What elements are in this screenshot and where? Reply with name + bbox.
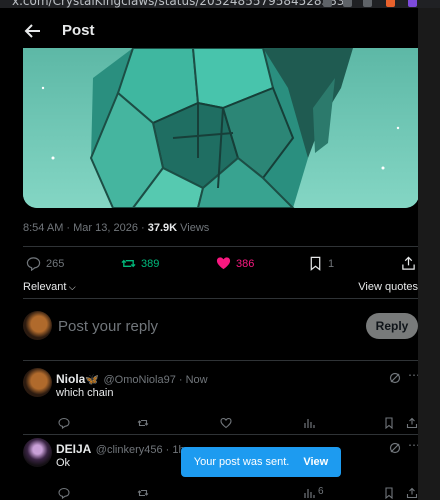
heart-icon[interactable]: [220, 416, 232, 429]
share-icon[interactable]: [406, 416, 418, 429]
share-action[interactable]: [401, 256, 416, 271]
reply-text: which chain: [56, 387, 114, 399]
more-options-icon[interactable]: ⋯: [408, 368, 418, 382]
bookmark-icon: [310, 256, 321, 271]
brave-rewards-icon[interactable]: [408, 0, 417, 7]
divider: [23, 298, 418, 299]
toast-message: Your post was sent.: [193, 456, 290, 468]
post-media-image[interactable]: [23, 48, 418, 208]
reply-input[interactable]: Post your reply: [58, 318, 158, 335]
chevron-down-icon: ⌵: [66, 282, 76, 292]
view-count: 6: [318, 486, 324, 497]
reply-text: Ok: [56, 457, 71, 469]
crystal-figure-art: [23, 48, 418, 208]
repost-icon: [121, 259, 136, 268]
brave-shield-icon[interactable]: [386, 0, 395, 7]
analytics-icon[interactable]: [303, 416, 315, 428]
post-action-bar: 265 389 386 1: [23, 256, 418, 276]
avatar[interactable]: [23, 311, 52, 340]
post-date[interactable]: 8:54 AM · Mar 13, 2026 ·: [23, 222, 148, 234]
avatar[interactable]: [23, 368, 52, 397]
more-options-icon[interactable]: ⋯: [408, 438, 418, 452]
reply-author-name[interactable]: DEIJA: [56, 442, 91, 456]
divider: [23, 360, 418, 361]
share-icon[interactable]: [406, 486, 418, 499]
scrollbar[interactable]: [418, 8, 440, 500]
back-arrow-icon[interactable]: [22, 20, 44, 42]
reply-author-name[interactable]: Niola: [56, 372, 85, 386]
reply-action[interactable]: 265: [26, 256, 64, 271]
reply-item[interactable]: Niola🦋 @OmoNiola97 · Now which chain ⋯: [12, 368, 418, 432]
views-label: Views: [177, 222, 210, 234]
reply-author-handle[interactable]: @OmoNiola97 · Now: [104, 374, 208, 386]
share-icon: [402, 256, 415, 270]
butterfly-icon: 🦋: [85, 374, 100, 386]
heart-filled-icon: [216, 257, 231, 270]
reply-icon[interactable]: [58, 486, 70, 500]
bookmark-icon[interactable]: [383, 486, 395, 500]
post-column: Post 8:54 AM · Mar 13, 2026 · 37.9K View…: [12, 8, 418, 500]
extension-icon[interactable]: [323, 0, 332, 7]
reply-icon: [26, 257, 41, 271]
reply-author-handle[interactable]: @clinkery456 · 1h: [96, 444, 185, 456]
toast-view-link[interactable]: View: [303, 456, 328, 468]
reply-icon[interactable]: [58, 416, 70, 430]
page-header: Post: [12, 8, 418, 48]
browser-url-bar[interactable]: x.com/CrystalKingclaws/status/2032485579…: [0, 0, 440, 8]
bookmark-star-icon[interactable]: [363, 0, 372, 7]
repost-count: 389: [141, 257, 160, 270]
view-count: 37.9K: [147, 222, 178, 234]
sort-dropdown[interactable]: Relevant ⌵: [23, 281, 76, 293]
reply-count: 265: [46, 257, 65, 270]
sort-label: Relevant: [23, 281, 67, 293]
avatar[interactable]: [23, 438, 52, 467]
grok-icon[interactable]: [389, 371, 401, 384]
page-title: Post: [62, 22, 95, 39]
share-icon[interactable]: [343, 0, 352, 7]
reply-button[interactable]: Reply: [366, 313, 418, 339]
repost-icon[interactable]: [137, 486, 149, 498]
grok-icon[interactable]: [389, 441, 401, 454]
post-timestamp: 8:54 AM · Mar 13, 2026 · 37.9K Views: [23, 222, 209, 234]
bookmark-count: 1: [328, 257, 335, 270]
post-sent-toast: Your post was sent. View: [181, 447, 341, 477]
like-count: 386: [236, 257, 255, 270]
reply-action-bar: 6: [56, 486, 418, 500]
analytics-icon[interactable]: [303, 486, 315, 498]
divider: [23, 434, 418, 435]
url-text[interactable]: x.com/CrystalKingclaws/status/2032485579…: [12, 0, 344, 8]
like-action[interactable]: 386: [216, 256, 254, 271]
divider: [23, 246, 418, 247]
reply-action-bar: [56, 416, 418, 430]
bookmark-icon[interactable]: [383, 416, 395, 430]
bookmark-action[interactable]: 1: [308, 256, 334, 271]
repost-icon[interactable]: [137, 416, 149, 428]
view-quotes-link[interactable]: View quotes: [358, 281, 418, 293]
repost-action[interactable]: 389: [121, 256, 159, 271]
